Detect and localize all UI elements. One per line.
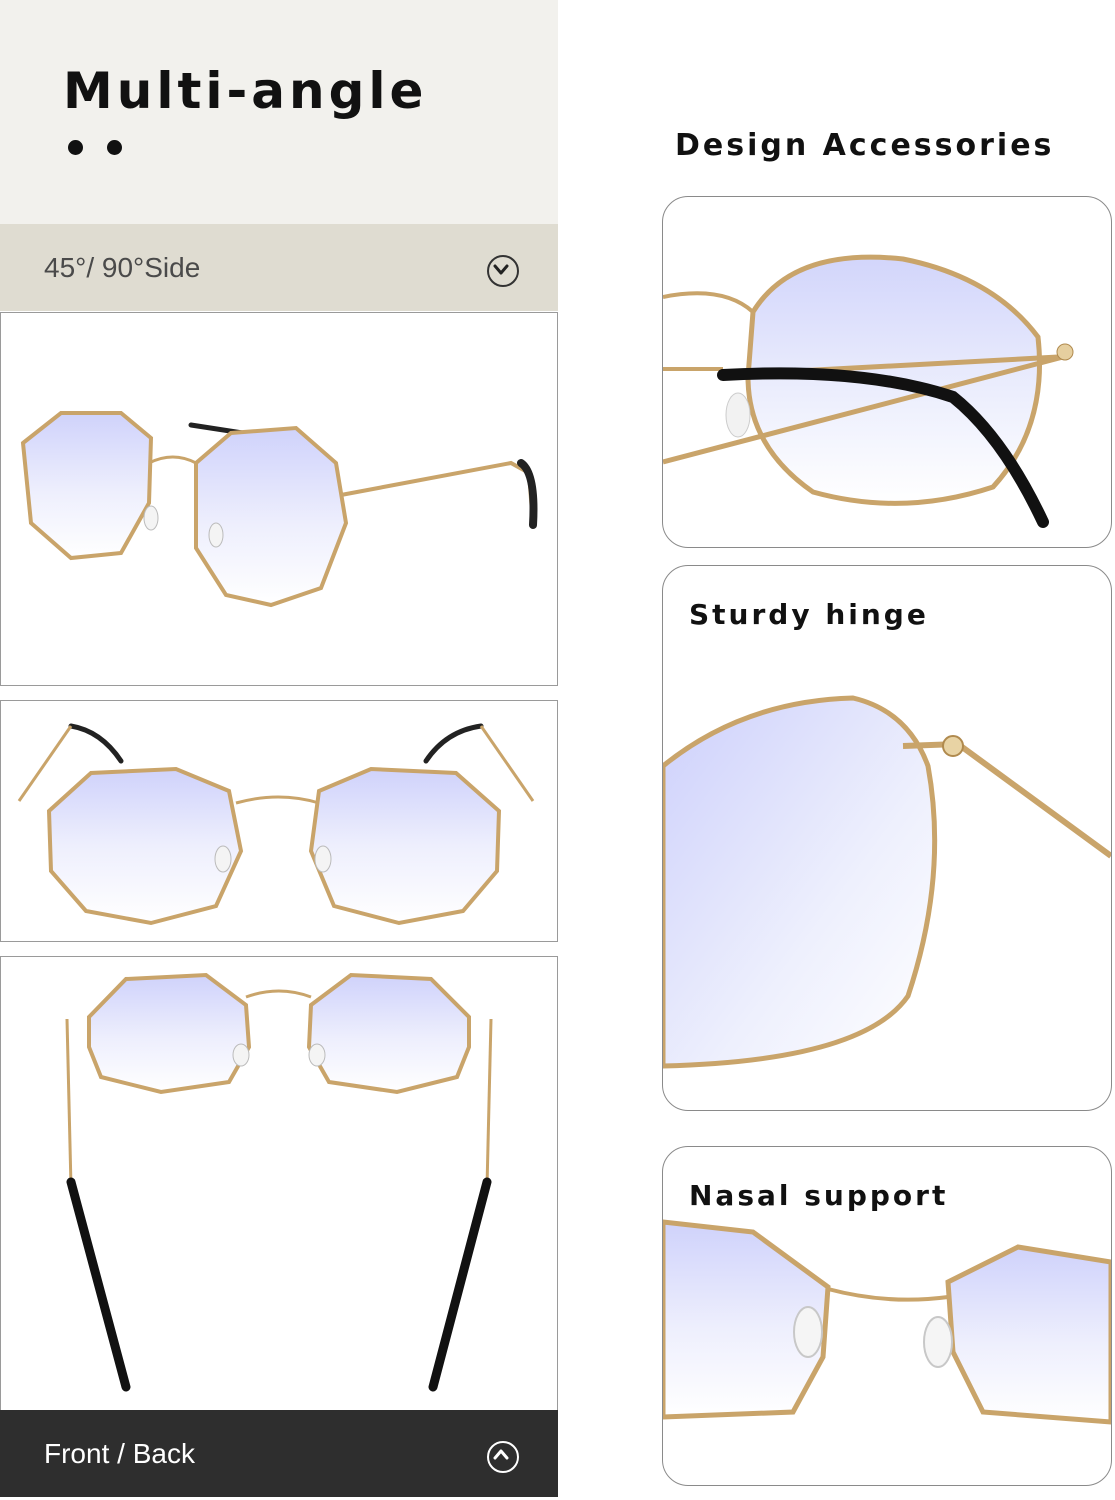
glasses-90-degree-photo	[0, 700, 558, 942]
nasal-support-image	[663, 1219, 1111, 1425]
glasses-90-degree-image	[17, 723, 535, 926]
sturdy-hinge-image	[663, 695, 1111, 1069]
angle-section-band[interactable]: 45°/ 90°Side	[0, 224, 558, 311]
temple-detail-card	[662, 196, 1112, 548]
chevron-up-circle-icon[interactable]	[487, 1441, 519, 1473]
front-back-section-band[interactable]: Front / Back	[0, 1410, 558, 1497]
glasses-front-back-photo	[0, 956, 558, 1410]
nasal-support-card: Nasal support	[662, 1146, 1112, 1486]
temple-detail-image	[663, 254, 1074, 528]
sturdy-hinge-card: Sturdy hinge	[662, 565, 1112, 1111]
dot-decoration	[107, 140, 122, 155]
design-accessories-title: Design Accessories	[675, 128, 1055, 163]
glasses-front-back-image	[65, 972, 493, 1392]
multi-angle-header: Multi-angle	[0, 0, 558, 224]
angle-section-label: 45°/ 90°Side	[44, 252, 201, 283]
glasses-45-degree-image	[20, 411, 538, 608]
dot-decoration	[68, 140, 83, 155]
chevron-down-circle-icon[interactable]	[487, 255, 519, 287]
glasses-45-degree-photo	[0, 312, 558, 686]
front-back-section-label: Front / Back	[44, 1438, 195, 1469]
page-title: Multi-angle	[63, 62, 428, 120]
